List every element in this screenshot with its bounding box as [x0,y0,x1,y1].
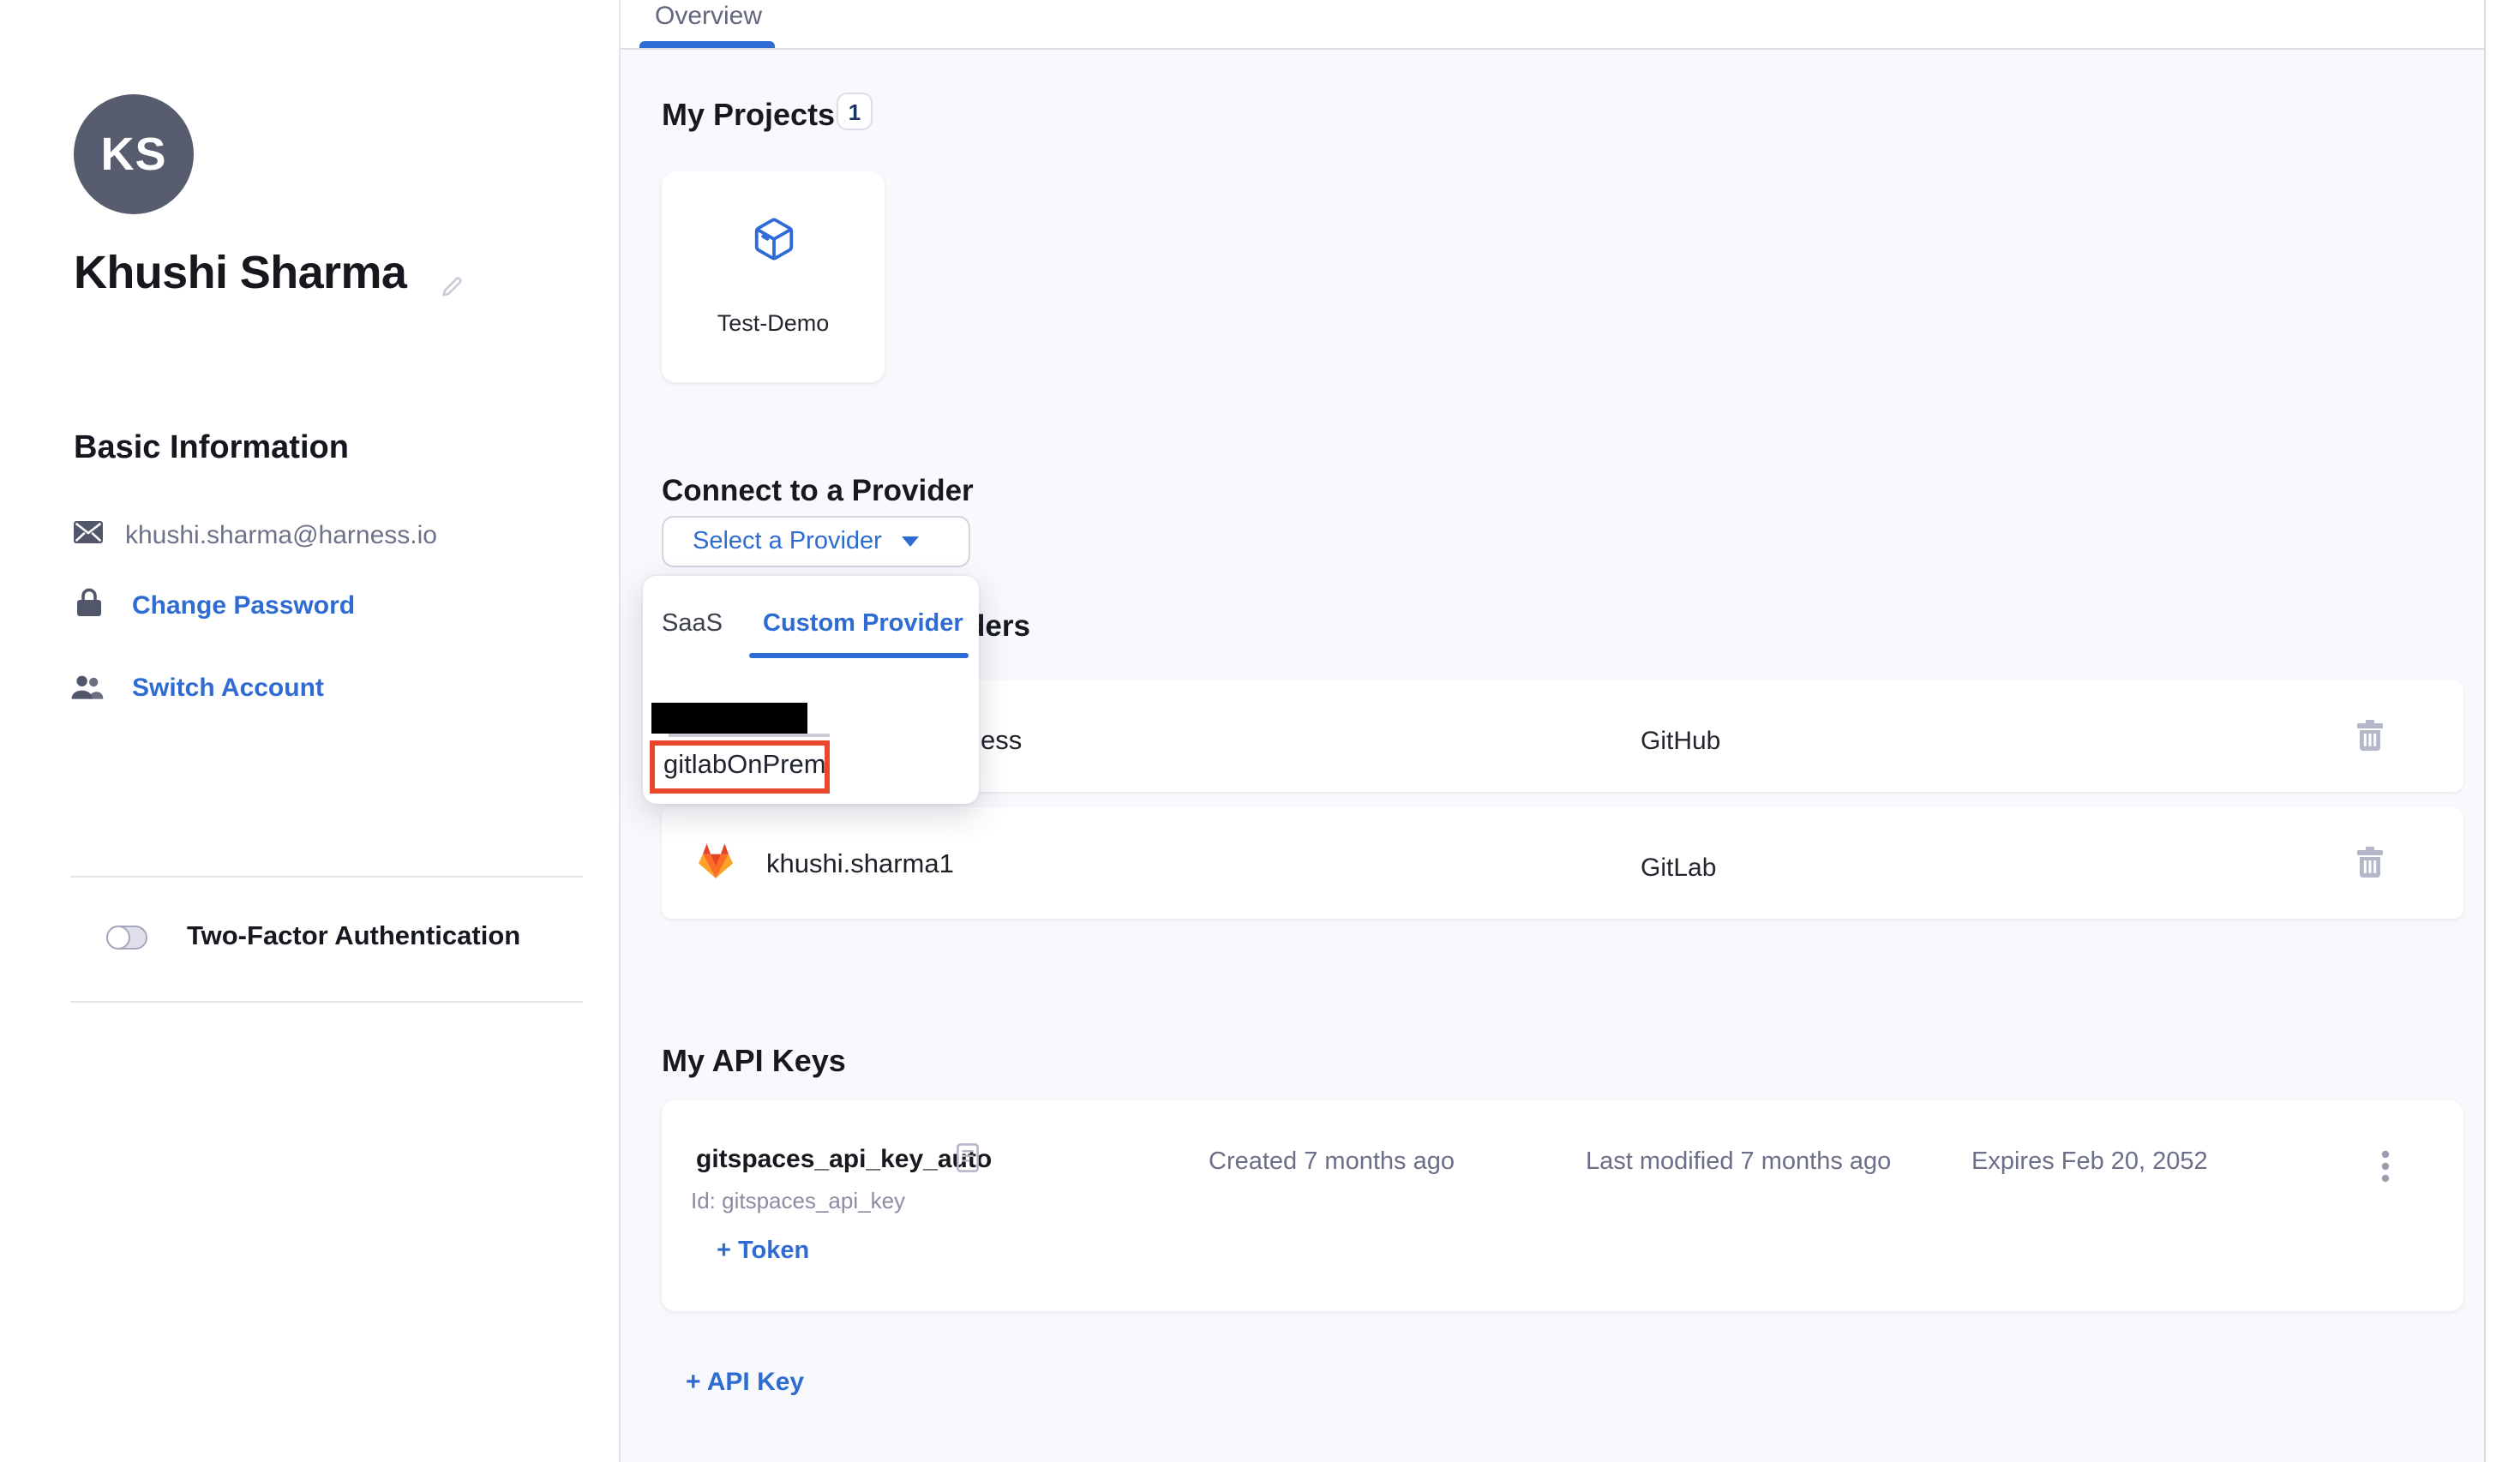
package-icon [751,216,797,271]
sidebar-divider-bottom [70,1001,583,1003]
redacted-provider-item[interactable] [651,703,807,734]
api-key-name: gitspaces_api_key_auto [696,1145,992,1174]
user-email: khushi.sharma@harness.io [125,521,437,550]
chevron-down-icon [903,536,920,547]
project-name: Test-Demo [662,310,885,336]
mail-icon [74,521,103,552]
provider-row-gitlab[interactable]: khushi.sharma1 GitLab [662,807,2463,919]
api-key-row: gitspaces_api_key_auto Id: gitspaces_api… [662,1100,2463,1311]
provider-account: khushi.sharma1 [766,850,954,881]
sidebar-divider-top [70,876,583,878]
profile-sidebar: KS Khushi Sharma Basic Information khush… [0,0,621,1462]
kebab-menu-icon[interactable] [2378,1147,2393,1195]
dropdown-item-underline [669,734,830,737]
my-projects-title: My Projects [662,98,835,134]
toggle-knob [106,926,130,950]
my-api-keys-title: My API Keys [662,1044,846,1080]
select-provider-button[interactable]: Select a Provider [662,516,970,567]
dropdown-tab-underline [749,653,969,658]
avatar-initials: KS [100,128,166,181]
change-password-link[interactable]: Change Password [132,591,355,620]
delete-provider-icon[interactable] [2357,847,2383,886]
edit-name-icon[interactable] [439,274,465,309]
gitlab-logo-icon [694,840,737,890]
add-api-key-link[interactable]: + API Key [686,1368,804,1397]
tab-bar: Overview [621,0,2484,50]
avatar: KS [74,94,194,214]
connect-provider-title: Connect to a Provider [662,473,974,509]
gitlab-onprem-option-highlight[interactable]: gitlabOnPrem [650,740,830,794]
switch-account-link[interactable]: Switch Account [132,674,324,703]
lock-icon [77,588,101,626]
projects-count-badge: 1 [837,93,873,130]
tab-overview-underline [639,41,775,48]
profile-name: Khushi Sharma [74,247,406,300]
switch-account-icon [70,675,105,710]
two-factor-toggle[interactable] [106,926,147,950]
provider-dropdown-panel: SaaS Custom Provider gitlabOnPrem [643,576,979,804]
basic-information-title: Basic Information [74,430,349,468]
api-key-id: Id: gitspaces_api_key [691,1188,905,1213]
api-key-created: Created 7 months ago [1209,1148,1455,1176]
right-gutter [2484,0,2520,1462]
provider-account-partial: ess [981,727,1022,758]
dropdown-item-gitlabonprem[interactable]: gitlabOnPrem [655,746,825,787]
profile-page: KS Khushi Sharma Basic Information khush… [0,0,2520,1462]
dropdown-tab-saas[interactable]: SaaS [662,610,723,638]
provider-type: GitHub [1641,727,1720,756]
add-token-link[interactable]: + Token [717,1237,809,1265]
delete-provider-icon[interactable] [2357,720,2383,759]
provider-type: GitLab [1641,854,1716,883]
select-provider-label: Select a Provider [693,528,882,555]
api-key-expires: Expires Feb 20, 2052 [1971,1148,2208,1176]
main-content: Overview My Projects 1 Test-Demo Connect… [621,0,2484,1462]
two-factor-label: Two-Factor Authentication [187,922,520,953]
copy-icon[interactable] [957,1143,979,1181]
project-card[interactable]: Test-Demo [662,171,885,382]
tab-overview[interactable]: Overview [655,2,762,31]
api-key-modified: Last modified 7 months ago [1586,1148,1891,1176]
dropdown-tab-custom-provider[interactable]: Custom Provider [763,610,963,638]
